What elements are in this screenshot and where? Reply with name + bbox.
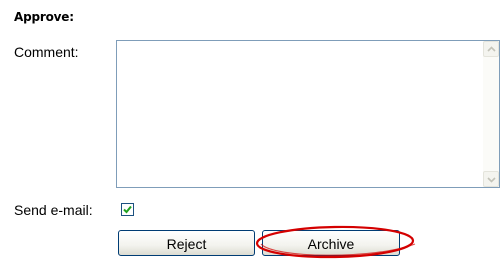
scroll-up-button[interactable] [483, 41, 499, 57]
archive-button[interactable]: Archive [262, 230, 400, 256]
scroll-down-button[interactable] [483, 171, 499, 187]
section-heading: Approve: [14, 10, 74, 24]
send-email-checkbox[interactable] [121, 203, 134, 216]
scroll-up-arrow-icon [487, 46, 496, 52]
comment-field-frame [116, 40, 500, 188]
scroll-down-arrow-icon [487, 177, 496, 183]
reject-button[interactable]: Reject [118, 230, 255, 256]
send-email-label: Send e-mail: [14, 202, 93, 218]
comment-vertical-scrollbar[interactable] [483, 41, 499, 187]
checkmark-icon [123, 205, 132, 214]
comment-textarea[interactable] [117, 41, 483, 187]
comment-label: Comment: [14, 44, 79, 60]
